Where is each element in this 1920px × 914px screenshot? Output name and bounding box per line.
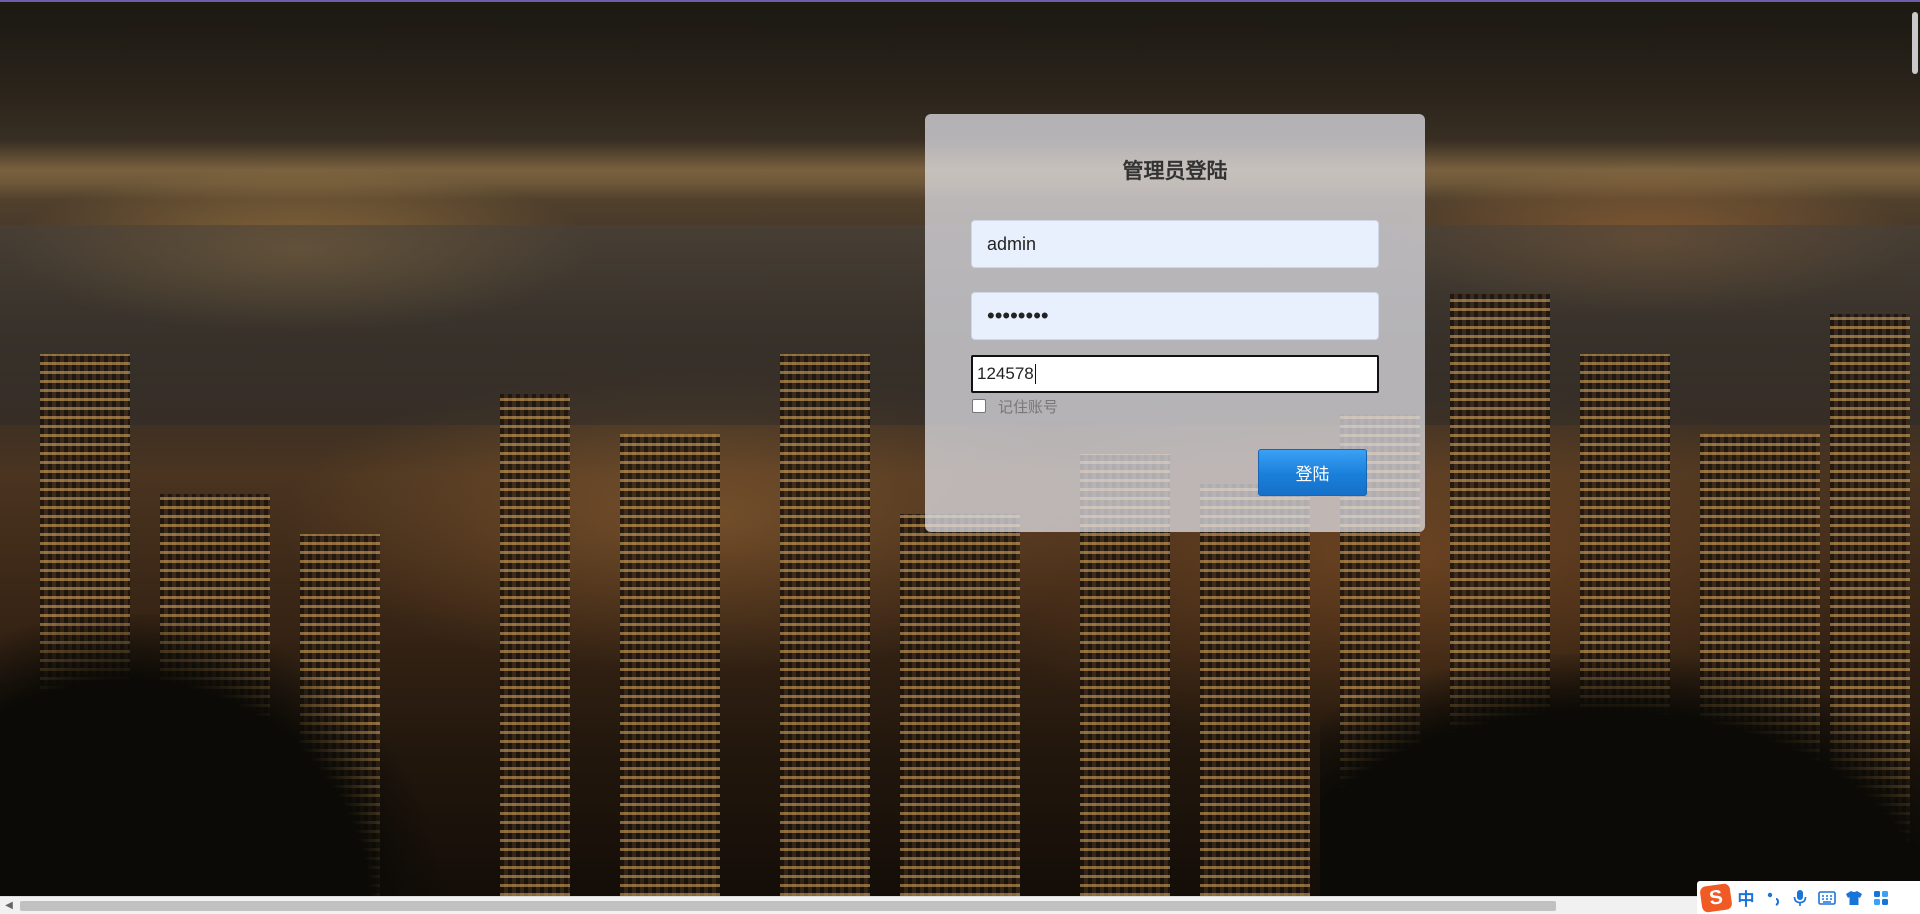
toolbox-icon[interactable] — [1869, 886, 1893, 910]
keyboard-icon[interactable] — [1815, 886, 1839, 910]
foreground-trees-left — [0, 614, 440, 914]
password-mask: •••••••• — [987, 303, 1049, 328]
scroll-left-arrow-icon[interactable]: ◀ — [3, 900, 15, 912]
username-input[interactable]: admin — [971, 220, 1379, 268]
microphone-icon[interactable] — [1788, 886, 1812, 910]
horizontal-scrollbar-thumb[interactable] — [20, 901, 1556, 911]
ime-toolbar: S 中 — [1697, 881, 1920, 914]
sogou-logo-icon[interactable]: S — [1699, 882, 1733, 913]
username-value: admin — [987, 233, 1037, 254]
remember-account-row: 记住账号 — [971, 395, 1058, 417]
skin-icon[interactable] — [1842, 886, 1866, 910]
login-title: 管理员登陆 — [1122, 160, 1228, 183]
verification-code-value: 124578 — [977, 364, 1034, 383]
text-caret — [1034, 364, 1036, 384]
verification-code-input[interactable]: 124578 — [971, 355, 1379, 393]
login-panel: 管理员登陆 admin •••••••• 124578 记住账号 登陆 — [925, 114, 1425, 532]
foreground-trees-right — [1320, 654, 1920, 914]
password-input[interactable]: •••••••• — [971, 292, 1379, 340]
vertical-scrollbar-thumb[interactable] — [1912, 12, 1918, 74]
login-button[interactable]: 登陆 — [1258, 449, 1367, 496]
ime-language-toggle[interactable]: 中 — [1734, 886, 1758, 910]
vertical-scrollbar[interactable] — [1910, 2, 1920, 896]
punctuation-icon[interactable] — [1761, 886, 1785, 910]
window-top-border — [0, 0, 1920, 2]
remember-account-label[interactable]: 记住账号 — [998, 396, 1058, 417]
horizontal-scrollbar[interactable]: ◀ — [0, 896, 1920, 914]
remember-account-checkbox[interactable] — [972, 399, 986, 413]
